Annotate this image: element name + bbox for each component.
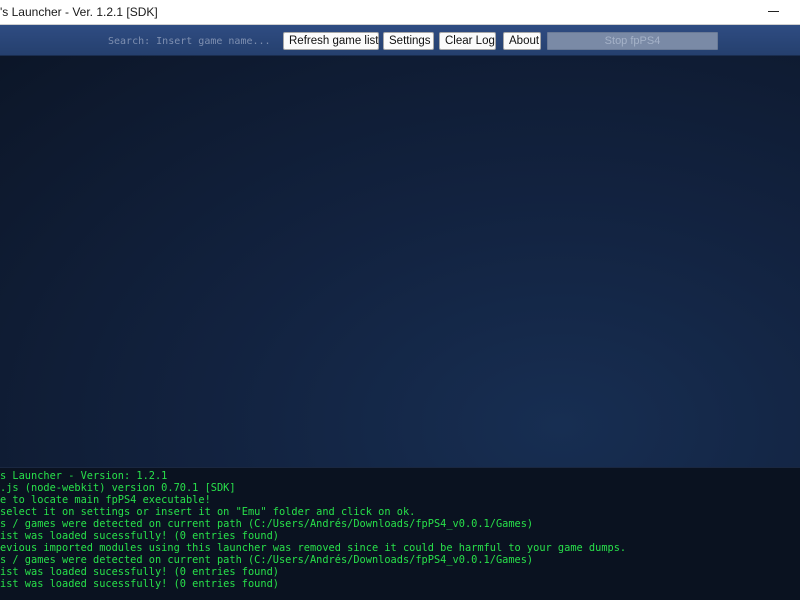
log-line: ist was loaded sucessfully! (0 entries f… [0,566,279,578]
search-input[interactable] [106,32,282,50]
log-panel: s Launcher - Version: 1.2.1 .js (node-we… [0,467,800,600]
minimize-icon [768,11,779,12]
window-title: 's Launcher - Ver. 1.2.1 [SDK] [0,5,158,19]
launcher-window: 's Launcher - Ver. 1.2.1 [SDK] Refresh g… [0,0,800,600]
stop-fpps4-button: Stop fpPS4 [547,32,718,50]
log-line: s Launcher - Version: 1.2.1 [0,470,168,482]
game-list-area [0,56,800,467]
refresh-game-list-button[interactable]: Refresh game list [283,32,379,50]
toolbar: Refresh game list Settings Clear Log Abo… [0,25,800,56]
title-bar[interactable]: 's Launcher - Ver. 1.2.1 [SDK] [0,0,800,25]
log-line: select it on settings or insert it on "E… [0,506,416,518]
settings-button[interactable]: Settings [383,32,434,50]
log-line: .js (node-webkit) version 0.70.1 [SDK] [0,482,236,494]
log-line: s / games were detected on current path … [0,518,534,530]
about-button[interactable]: About [503,32,541,50]
minimize-button[interactable] [760,0,800,24]
log-line: e to locate main fpPS4 executable! [0,494,211,506]
clear-log-button[interactable]: Clear Log [439,32,496,50]
log-line: ist was loaded sucessfully! (0 entries f… [0,530,279,542]
log-line: evious imported modules using this launc… [0,542,627,554]
log-line: s / games were detected on current path … [0,554,534,566]
log-line: ist was loaded sucessfully! (0 entries f… [0,578,279,590]
